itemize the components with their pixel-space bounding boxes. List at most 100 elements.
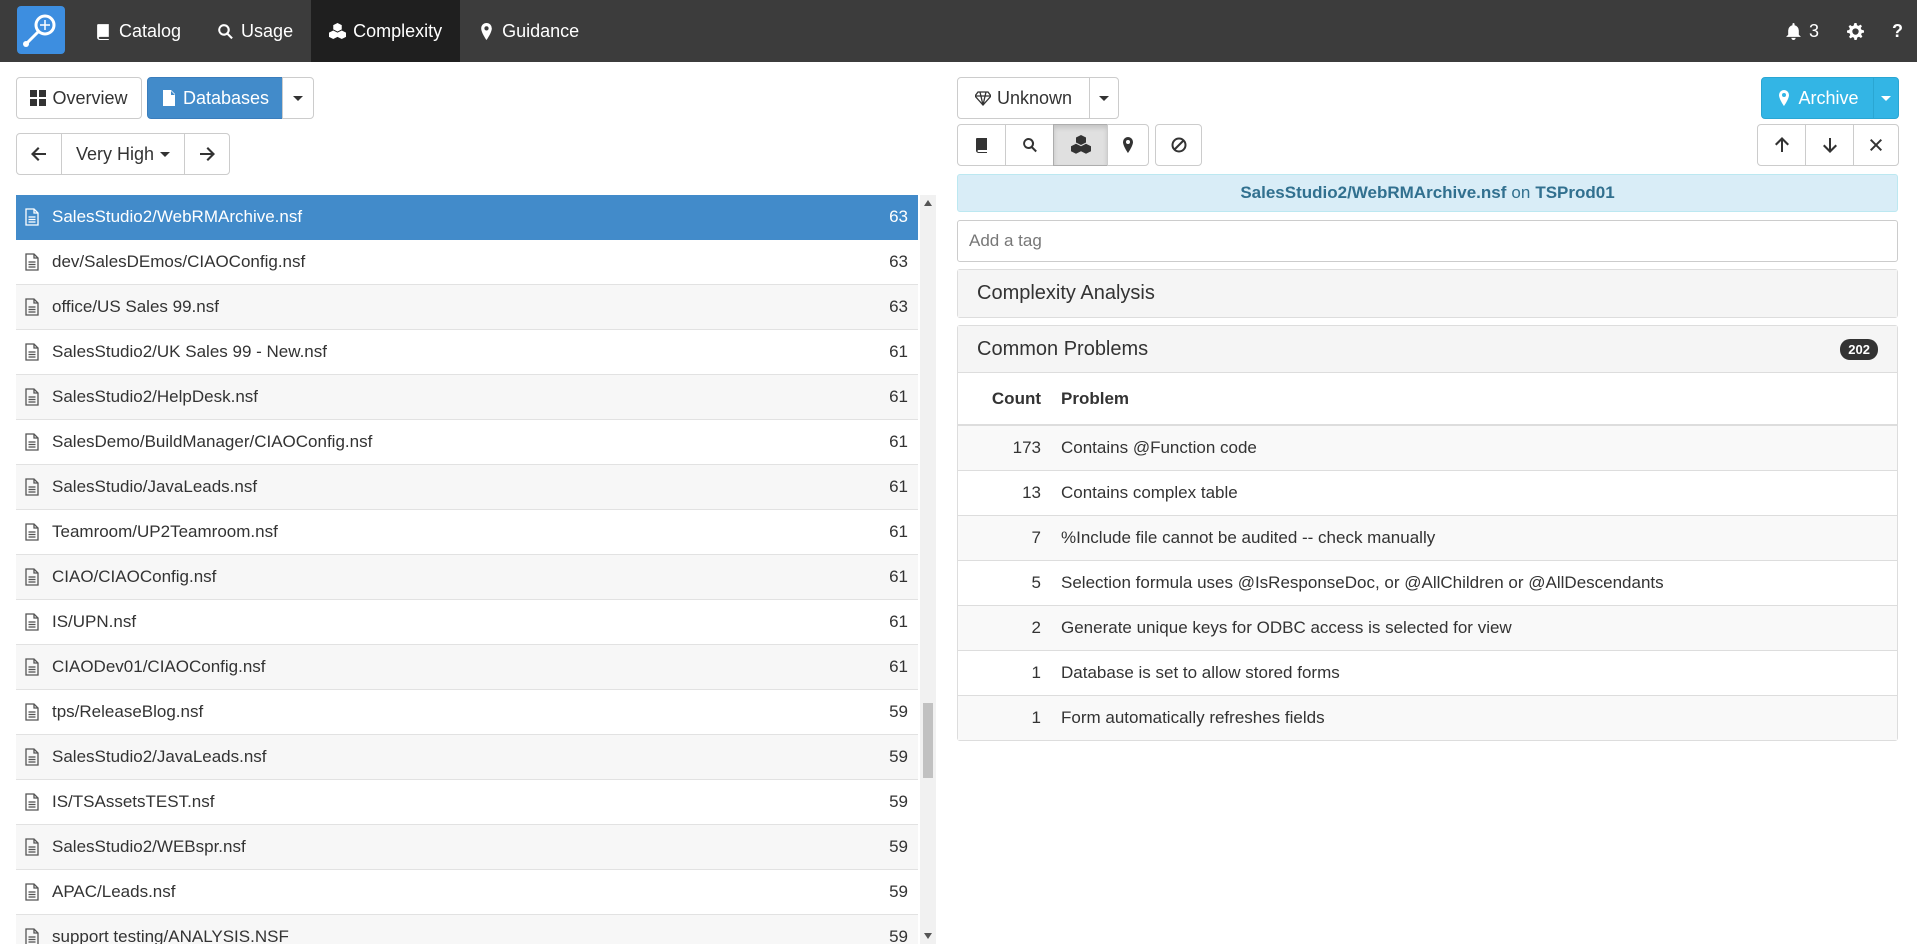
database-row[interactable]: SalesDemo/BuildManager/CIAOConfig.nsf 61 [16, 420, 918, 465]
problem-row[interactable]: 173 Contains @Function code [958, 425, 1897, 471]
map-marker-icon [1779, 90, 1790, 106]
view-complexity-button[interactable] [1053, 124, 1108, 166]
count-column-header[interactable]: Count [958, 373, 1053, 426]
overview-button[interactable]: Overview [16, 77, 142, 119]
database-row[interactable]: tps/ReleaseBlog.nsf 59 [16, 690, 918, 735]
database-row[interactable]: SalesStudio2/WebRMArchive.nsf 63 [16, 195, 918, 240]
scrollbar-thumb[interactable] [923, 703, 933, 778]
database-row[interactable]: SalesStudio/JavaLeads.nsf 61 [16, 465, 918, 510]
arrow-up-icon [1774, 137, 1789, 152]
problem-row[interactable]: 7 %Include file cannot be audited -- chec… [958, 515, 1897, 561]
database-row[interactable]: office/US Sales 99.nsf 63 [16, 285, 918, 330]
problem-row[interactable]: 5 Selection formula uses @IsResponseDoc, … [958, 560, 1897, 606]
caret-down-icon [1881, 95, 1891, 101]
classification-dropdown[interactable]: Unknown [957, 77, 1090, 119]
database-row[interactable]: IS/TSAssetsTEST.nsf 59 [16, 780, 918, 825]
problem-column-header[interactable]: Problem [1053, 373, 1897, 426]
database-name: SalesStudio2/WEBspr.nsf [52, 837, 246, 856]
tag-input[interactable] [957, 220, 1898, 262]
search-icon [1022, 138, 1037, 153]
view-usage-button[interactable] [1005, 124, 1054, 166]
list-scrollbar[interactable] [920, 195, 936, 944]
database-row[interactable]: SalesStudio2/HelpDesk.nsf 61 [16, 375, 918, 420]
problem-description: Generate unique keys for ODBC access is … [1053, 605, 1897, 651]
help-button[interactable]: ? [1878, 0, 1917, 62]
problem-count: 1 [958, 695, 1053, 740]
close-button[interactable] [1853, 124, 1899, 166]
database-row[interactable]: CIAO/CIAOConfig.nsf 61 [16, 555, 918, 600]
exclude-button[interactable] [1155, 124, 1202, 166]
database-name: SalesStudio2/JavaLeads.nsf [52, 747, 267, 766]
problem-description: Contains @Function code [1053, 425, 1897, 471]
overview-label: Overview [52, 87, 128, 108]
problem-row[interactable]: 2 Generate unique keys for ODBC access is… [958, 605, 1897, 651]
archive-button[interactable]: Archive [1761, 77, 1874, 119]
problem-row[interactable]: 13 Contains complex table [958, 470, 1897, 516]
database-row[interactable]: support testing/ANALYSIS.NSF 59 [16, 915, 918, 944]
app-logo[interactable] [17, 6, 65, 54]
nav-guidance[interactable]: Guidance [460, 0, 597, 62]
grid-icon [30, 90, 47, 106]
level-dropdown[interactable]: Very High [61, 133, 185, 175]
problem-row[interactable]: 1 Form automatically refreshes fields [958, 695, 1897, 740]
database-row[interactable]: CIAODev01/CIAOConfig.nsf 61 [16, 645, 918, 690]
file-text-icon [25, 298, 39, 316]
problems-table-header: Count Problem [958, 373, 1897, 426]
problem-description: %Include file cannot be audited -- check… [1053, 515, 1897, 561]
problem-count: 7 [958, 515, 1053, 561]
databases-dropdown-toggle[interactable] [282, 77, 314, 119]
problem-row[interactable]: 1 Database is set to allow stored forms [958, 650, 1897, 696]
map-marker-icon [1123, 137, 1133, 153]
file-text-icon [25, 523, 39, 541]
nav-catalog[interactable]: Catalog [77, 0, 199, 62]
common-problems-heading[interactable]: Common Problems 202 [958, 326, 1897, 373]
archive-dropdown-toggle[interactable] [1873, 77, 1899, 119]
move-up-button[interactable] [1757, 124, 1806, 166]
database-score: 61 [889, 432, 908, 451]
database-row[interactable]: dev/SalesDEmos/CIAOConfig.nsf 63 [16, 240, 918, 285]
view-guidance-button[interactable] [1107, 124, 1149, 166]
complexity-analysis-title: Complexity Analysis [977, 282, 1155, 304]
settings-button[interactable] [1833, 0, 1878, 62]
question-icon: ? [1892, 20, 1903, 41]
logo-icon [23, 14, 56, 47]
caret-down-icon [160, 151, 171, 157]
database-row[interactable]: SalesStudio2/UK Sales 99 - New.nsf 61 [16, 330, 918, 375]
databases-button[interactable]: Databases [147, 77, 283, 119]
nav-usage[interactable]: Usage [199, 0, 311, 62]
search-icon [218, 23, 233, 39]
file-text-icon [25, 343, 39, 361]
scroll-down-icon[interactable] [924, 933, 932, 939]
problem-description: Form automatically refreshes fields [1053, 695, 1897, 740]
nav-usage-label: Usage [241, 20, 294, 41]
database-row[interactable]: APAC/Leads.nsf 59 [16, 870, 918, 915]
complexity-analysis-heading[interactable]: Complexity Analysis [958, 270, 1897, 317]
complexity-analysis-panel: Complexity Analysis [957, 269, 1898, 318]
notifications-button[interactable]: 3 [1771, 0, 1833, 62]
previous-level-button[interactable] [16, 133, 62, 175]
database-name: Teamroom/UP2Teamroom.nsf [52, 522, 278, 541]
arrow-down-icon [1822, 138, 1837, 153]
file-text-icon [25, 433, 39, 451]
database-score: 61 [889, 657, 908, 676]
database-name: APAC/Leads.nsf [52, 882, 176, 901]
level-label: Very High [75, 143, 155, 164]
next-level-button[interactable] [184, 133, 230, 175]
database-score: 61 [889, 387, 908, 406]
file-text-icon [25, 883, 39, 901]
nav-complexity[interactable]: Complexity [311, 0, 461, 62]
view-catalog-button[interactable] [957, 124, 1006, 166]
database-name: office/US Sales 99.nsf [52, 297, 219, 316]
problem-count: 13 [958, 470, 1053, 516]
classification-dropdown-toggle[interactable] [1089, 77, 1119, 119]
database-row[interactable]: SalesStudio2/JavaLeads.nsf 59 [16, 735, 918, 780]
database-score: 59 [889, 792, 908, 811]
database-row[interactable]: IS/UPN.nsf 61 [16, 600, 918, 645]
database-row[interactable]: Teamroom/UP2Teamroom.nsf 61 [16, 510, 918, 555]
move-down-button[interactable] [1805, 124, 1854, 166]
database-row[interactable]: SalesStudio2/WEBspr.nsf 59 [16, 825, 918, 870]
scroll-up-icon[interactable] [924, 200, 932, 206]
problem-count: 2 [958, 605, 1053, 651]
database-score: 61 [889, 342, 908, 361]
nav-catalog-label: Catalog [119, 20, 182, 41]
